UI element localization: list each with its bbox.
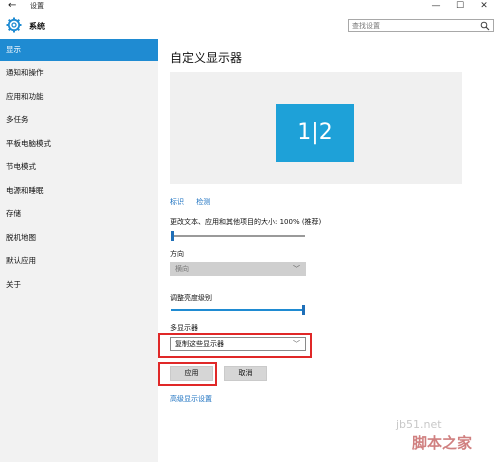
back-arrow-icon[interactable]: ← [8, 0, 16, 12]
brightness-label: 调整亮度级别 [170, 294, 212, 302]
close-button[interactable]: ✕ [472, 0, 496, 13]
highlight-box-apply [158, 362, 217, 386]
minimize-button[interactable]: — [424, 0, 448, 13]
page-category-title: 系统 [29, 22, 45, 31]
sidebar-item-about[interactable]: 关于 [0, 274, 158, 296]
detect-link[interactable]: 检测 [196, 198, 210, 206]
search-box[interactable] [348, 19, 494, 32]
gear-icon [6, 17, 22, 33]
orientation-value: 横向 [175, 265, 189, 273]
monitor-tile[interactable]: 1|2 [276, 104, 354, 162]
sidebar-item-tablet-mode[interactable]: 平板电脑模式 [0, 133, 158, 155]
title-bar: ← 设置 — ☐ ✕ [0, 0, 500, 13]
sidebar-item-apps-features[interactable]: 应用和功能 [0, 86, 158, 108]
window-title: 设置 [30, 2, 44, 10]
window-controls: — ☐ ✕ [424, 0, 496, 13]
sidebar-item-notifications[interactable]: 通知和操作 [0, 62, 158, 84]
multi-display-label: 多显示器 [170, 324, 198, 332]
watermark-site: jb51.net [396, 418, 442, 431]
sidebar-item-power-sleep[interactable]: 电源和睡眠 [0, 180, 158, 202]
brightness-slider[interactable] [171, 305, 305, 315]
identify-link[interactable]: 标识 [170, 198, 184, 206]
header: 系统 [0, 13, 500, 39]
maximize-button[interactable]: ☐ [448, 0, 472, 13]
advanced-display-settings-link[interactable]: 高级显示设置 [170, 394, 212, 404]
scale-slider-track [171, 235, 305, 237]
highlight-box-dropdown [158, 333, 312, 358]
scale-label: 更改文本、应用和其他项目的大小: 100% (推荐) [170, 218, 322, 226]
search-icon[interactable] [480, 21, 490, 31]
brightness-slider-thumb[interactable] [302, 305, 305, 315]
sidebar-item-offline-maps[interactable]: 脱机地图 [0, 227, 158, 249]
scale-slider[interactable] [171, 231, 305, 241]
search-input[interactable] [352, 20, 472, 31]
brightness-slider-fill [171, 309, 302, 311]
sidebar-item-display[interactable]: 显示 [0, 39, 158, 61]
sidebar-item-multitasking[interactable]: 多任务 [0, 109, 158, 131]
identify-detect-links: 标识 检测 [170, 197, 220, 207]
page-title: 自定义显示器 [170, 51, 243, 65]
sidebar-item-storage[interactable]: 存储 [0, 203, 158, 225]
sidebar-item-default-apps[interactable]: 默认应用 [0, 250, 158, 272]
watermark-brand: 脚本之家 [412, 434, 473, 452]
sidebar-item-battery-saver[interactable]: 节电模式 [0, 156, 158, 178]
sidebar: 显示 通知和操作 应用和功能 多任务 平板电脑模式 节电模式 电源和睡眠 存储 … [0, 39, 158, 462]
orientation-dropdown: 横向 ﹀ [170, 262, 306, 276]
cancel-button[interactable]: 取消 [224, 366, 267, 381]
chevron-down-icon: ﹀ [293, 265, 300, 273]
scale-slider-thumb[interactable] [171, 231, 174, 241]
orientation-label: 方向 [170, 250, 184, 258]
